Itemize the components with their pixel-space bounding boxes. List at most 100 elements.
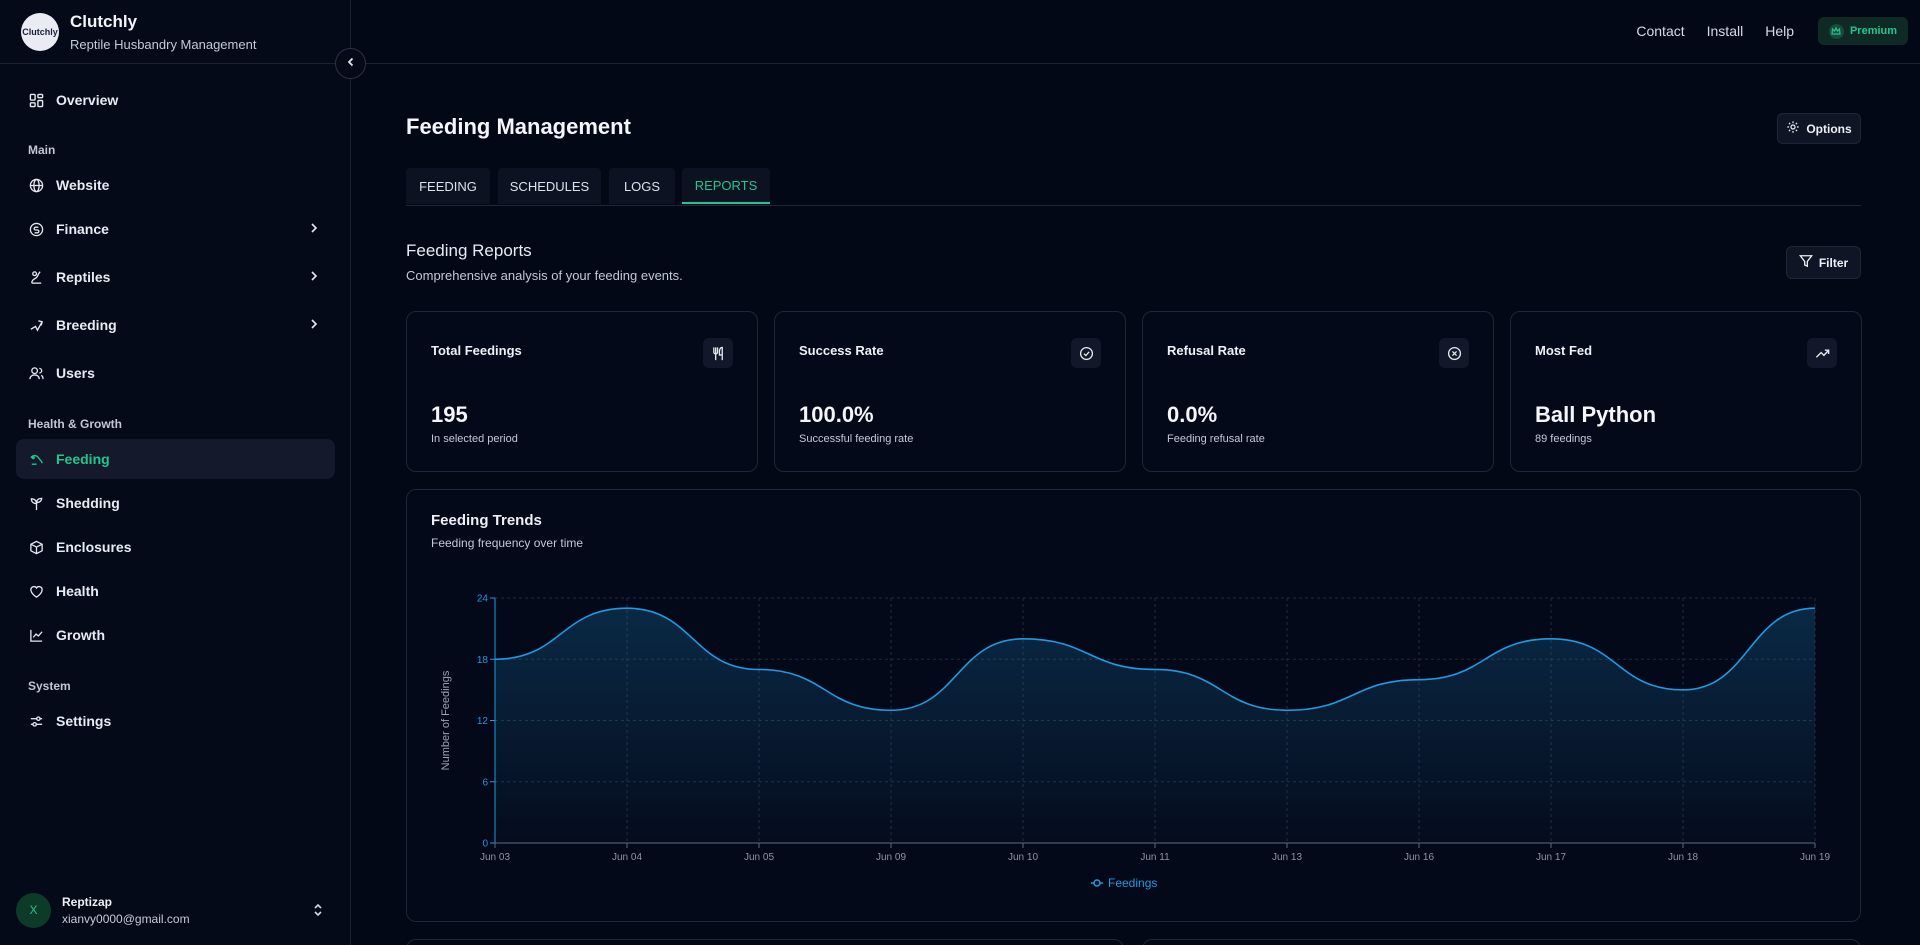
sidebar-item-growth[interactable]: Growth [16, 615, 335, 655]
finance-icon [28, 221, 44, 237]
chevron-right-icon [307, 317, 321, 334]
tab-schedules[interactable]: SCHEDULES [498, 168, 601, 204]
sidebar-item-label: Settings [56, 713, 112, 729]
section-system-label: System [28, 679, 71, 693]
card-value: 195 [431, 402, 468, 427]
card-value: 0.0% [1167, 402, 1218, 427]
user-menu[interactable]: X Reptizap xianvy0000@gmail.com [16, 890, 335, 930]
sidebar-item-label: Health [56, 583, 99, 599]
help-link[interactable]: Help [1765, 23, 1794, 39]
gear-icon [1786, 120, 1800, 137]
sprout-icon [28, 495, 44, 511]
x-circle-icon [1439, 338, 1469, 368]
sidebar-item-users[interactable]: Users [16, 353, 335, 393]
dashboard-icon [28, 92, 44, 108]
card-description: Successful feeding rate [799, 433, 914, 445]
options-button[interactable]: Options [1777, 113, 1861, 144]
users-icon [28, 365, 44, 381]
page-title: Feeding Management [406, 114, 631, 139]
tab-logs[interactable]: LOGS [609, 168, 675, 204]
sidebar-item-label: Users [56, 365, 95, 381]
filter-button[interactable]: Filter [1786, 246, 1861, 279]
chevron-right-icon [307, 221, 321, 238]
reptile-icon [28, 269, 44, 285]
reports-title: Feeding Reports [406, 241, 532, 260]
x-tick-label: Jun 03 [480, 852, 510, 863]
sidebar-item-settings[interactable]: Settings [16, 701, 335, 741]
sidebar-item-reptiles[interactable]: Reptiles [16, 257, 335, 297]
tab-bar: FEEDING SCHEDULES LOGS REPORTS [406, 168, 1861, 206]
box-icon [28, 539, 44, 555]
card-title: Success Rate [799, 343, 884, 358]
x-tick-label: Jun 11 [1140, 852, 1170, 863]
brand[interactable]: Clutchly Clutchly Reptile Husbandry Mana… [0, 0, 350, 64]
feeding-icon [28, 451, 44, 467]
tab-reports[interactable]: REPORTS [682, 168, 770, 204]
contact-link[interactable]: Contact [1636, 23, 1684, 39]
sidebar-item-label: Website [56, 177, 110, 193]
sidebar-item-enclosures[interactable]: Enclosures [16, 527, 335, 567]
feeding-trends-card: Feeding Trends Feeding frequency over ti… [406, 489, 1861, 922]
y-tick-label: 24 [477, 594, 489, 605]
sidebar-item-overview[interactable]: Overview [16, 80, 335, 120]
x-tick-label: Jun 19 [1800, 852, 1830, 863]
feeding-trends-chart: 0 6 12 18 24 Jun 03 Jun 04 Jun 05 Jun 09 Jun 10 Ju… [440, 594, 1830, 891]
stat-card-total-feedings: Total Feedings 195 In selected period [406, 311, 758, 472]
x-tick-label: Jun 05 [744, 852, 774, 863]
tab-feeding[interactable]: FEEDING [406, 168, 490, 204]
y-tick-label: 0 [482, 839, 488, 850]
x-tick-label: Jun 17 [1536, 852, 1566, 863]
sidebar-item-label: Reptiles [56, 269, 111, 285]
legend-swatch-dot [1093, 879, 1101, 887]
sidebar-item-label: Finance [56, 221, 109, 237]
heart-icon [28, 583, 44, 599]
premium-badge[interactable]: Premium [1818, 17, 1908, 45]
card-value: Ball Python [1535, 402, 1657, 427]
x-tick-label: Jun 18 [1668, 852, 1698, 863]
chevrons-up-down-icon [311, 902, 325, 923]
x-tick-label: Jun 16 [1404, 852, 1434, 863]
area-fill [495, 608, 1815, 843]
sidebar-item-shedding[interactable]: Shedding [16, 483, 335, 523]
y-tick-label: 6 [482, 777, 488, 788]
trending-up-icon [1807, 338, 1837, 368]
section-main-label: Main [28, 143, 56, 157]
sidebar-item-health[interactable]: Health [16, 571, 335, 611]
card-description: 89 feedings [1535, 433, 1592, 445]
sidebar-collapse-button[interactable] [335, 48, 366, 79]
sidebar-item-label: Feeding [56, 451, 110, 467]
sidebar-item-label: Breeding [56, 317, 117, 333]
card-value: 100.0% [799, 402, 874, 427]
x-tick-label: Jun 09 [876, 852, 906, 863]
sidebar-item-breeding[interactable]: Breeding [16, 305, 335, 345]
chevron-left-icon [345, 55, 357, 73]
premium-label: Premium [1849, 25, 1898, 37]
install-link[interactable]: Install [1707, 23, 1744, 39]
sidebar-item-finance[interactable]: Finance [16, 209, 335, 249]
breeding-icon [28, 317, 44, 333]
stat-card-success-rate: Success Rate 100.0% Successful feeding r… [774, 311, 1126, 472]
crown-icon [1828, 23, 1844, 39]
x-tick-label: Jun 10 [1008, 852, 1038, 863]
sidebar-item-website[interactable]: Website [16, 165, 335, 205]
stat-card-refusal-rate: Refusal Rate 0.0% Feeding refusal rate [1142, 311, 1494, 472]
brand-subtitle: Reptile Husbandry Management [70, 36, 257, 52]
y-tick-label: 12 [477, 716, 489, 727]
brand-logo: Clutchly [21, 12, 59, 51]
top-bar: Contact Install Help Premium [351, 0, 1920, 64]
y-tick-label: 18 [477, 655, 489, 666]
options-label: Options [1806, 121, 1852, 136]
sidebar-item-label: Shedding [56, 495, 120, 511]
globe-icon [28, 177, 44, 193]
user-email: xianvy0000@gmail.com [62, 911, 190, 926]
sidebar: Clutchly Clutchly Reptile Husbandry Mana… [0, 0, 351, 945]
card-title: Total Feedings [431, 343, 522, 358]
x-tick-label: Jun 04 [612, 852, 642, 863]
stat-card-most-fed: Most Fed Ball Python 89 feedings [1510, 311, 1862, 472]
check-circle-icon [1071, 338, 1101, 368]
sidebar-nav: Overview Main Website Finance Reptiles B… [16, 80, 335, 741]
filter-label: Filter [1818, 255, 1849, 270]
sidebar-item-feeding[interactable]: Feeding [16, 439, 335, 479]
card-title: Most Fed [1535, 343, 1593, 358]
sidebar-item-label: Enclosures [56, 539, 132, 555]
